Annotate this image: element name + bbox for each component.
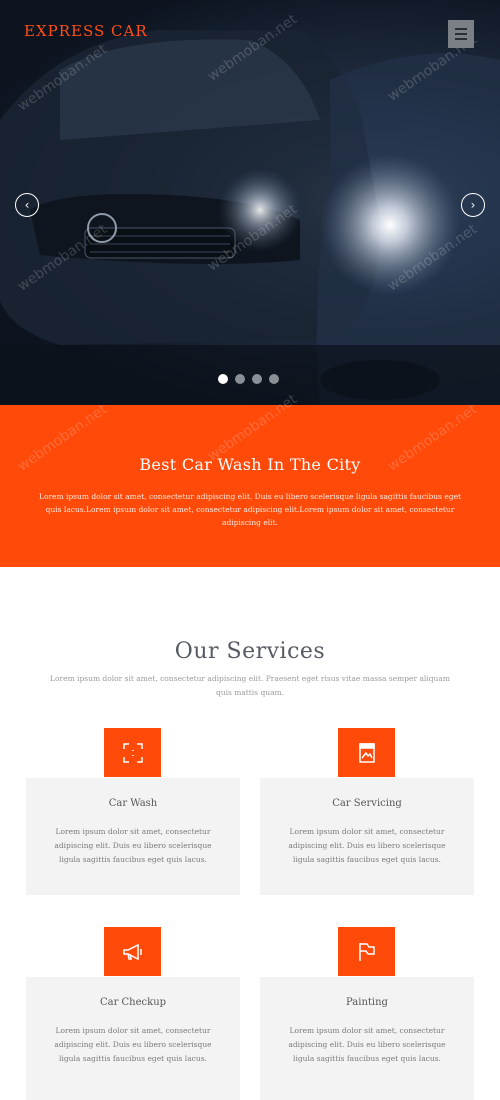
hamburger-icon-line [455, 33, 467, 35]
service-title: Car Wash [108, 798, 158, 809]
hero-slider: EXPRESS CAR ‹ › [0, 0, 500, 405]
services-section: Our Services Lorem ipsum dolor sit amet,… [0, 567, 500, 1100]
service-description: Lorem ipsum dolor sit amet, consectetur … [54, 1026, 212, 1063]
slider-dot[interactable] [218, 374, 228, 384]
slider-dot[interactable] [235, 374, 245, 384]
service-card-car-servicing: Car Servicing Lorem ipsum dolor sit amet… [260, 778, 474, 895]
promo-title: Best Car Wash In The City [139, 455, 361, 474]
slider-pagination [218, 374, 279, 384]
brand-logo[interactable]: EXPRESS CAR [24, 22, 148, 40]
slider-prev-button[interactable]: ‹ [15, 193, 39, 217]
service-description: Lorem ipsum dolor sit amet, consectetur … [54, 827, 212, 864]
service-title: Car Checkup [99, 997, 167, 1008]
slider-dot[interactable] [269, 374, 279, 384]
menu-toggle-button[interactable] [448, 20, 474, 48]
chevron-left-icon: ‹ [24, 198, 30, 212]
service-description: Lorem ipsum dolor sit amet, consectetur … [288, 827, 446, 864]
hamburger-icon-line [455, 38, 467, 40]
service-description: Lorem ipsum dolor sit amet, consectetur … [288, 1026, 446, 1063]
hero-car-image [0, 30, 500, 405]
flag-icon [338, 927, 395, 976]
chevron-right-icon: › [470, 198, 476, 212]
service-card-car-checkup: Car Checkup Lorem ipsum dolor sit amet, … [26, 977, 240, 1100]
services-intro: Lorem ipsum dolor sit amet, consectetur … [50, 674, 450, 697]
slider-next-button[interactable]: › [461, 193, 485, 217]
focus-frame-icon [104, 728, 161, 777]
slider-dot[interactable] [252, 374, 262, 384]
hamburger-icon-line [455, 28, 467, 30]
megaphone-icon [104, 927, 161, 976]
services-title: Our Services [174, 639, 326, 664]
service-card-car-wash: Car Wash Lorem ipsum dolor sit amet, con… [26, 778, 240, 895]
promo-text: Lorem ipsum dolor sit amet, consectetur … [38, 492, 462, 527]
service-title: Painting [346, 997, 388, 1008]
promo-band: Best Car Wash In The City Lorem ipsum do… [0, 405, 500, 567]
service-title: Car Servicing [332, 798, 402, 809]
bookmark-image-icon [338, 728, 395, 777]
service-card-painting: Painting Lorem ipsum dolor sit amet, con… [260, 977, 474, 1100]
